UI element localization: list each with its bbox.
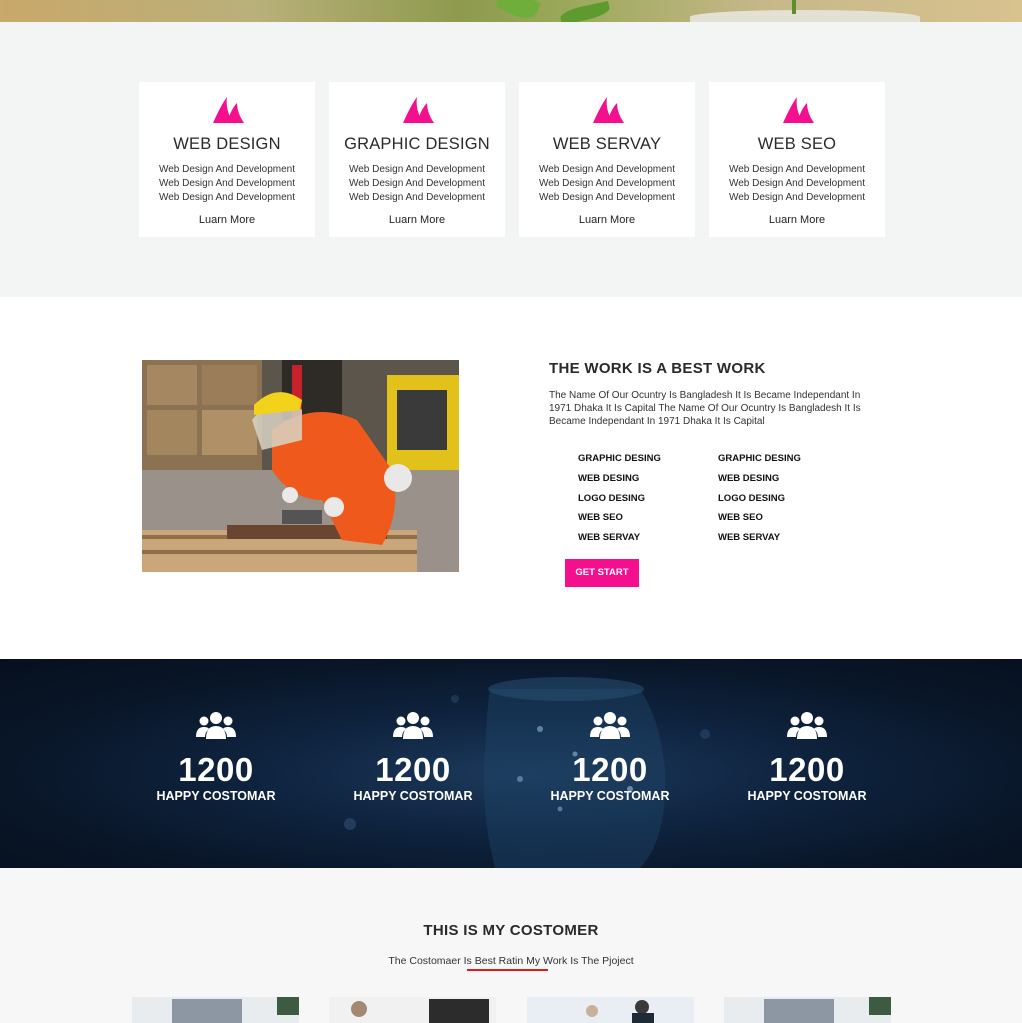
learn-more-link[interactable]: Luarn More: [329, 214, 505, 226]
learn-more-link[interactable]: Luarn More: [139, 214, 315, 226]
customers-subtitle: The Costomaer Is Best Ratin My Work Is T…: [388, 955, 634, 967]
skill-item: LOGO DESING: [718, 492, 786, 504]
skill-item: WEB SERVAY: [718, 532, 781, 544]
service-card-web-servay: WEB SERVAY Web Design And Development We…: [519, 82, 695, 237]
customer-photo[interactable]: [527, 997, 694, 1023]
customers-section: THIS IS MY COSTOMER The Costomaer Is Bes…: [0, 868, 1022, 1023]
people-group-icon: [196, 712, 236, 739]
worker-photo: [142, 360, 459, 572]
service-card-web-design: WEB DESIGN Web Design And Development We…: [139, 82, 315, 237]
skill-item: WEB SEO: [718, 512, 763, 524]
get-start-button[interactable]: GET START: [565, 559, 639, 587]
counter-item: 1200 HAPPY COSTOMAR: [333, 711, 493, 803]
services-section: WEB DESIGN Web Design And Development We…: [0, 22, 1022, 297]
skills-list-right: GRAPHIC DESING WEB DESING LOGO DESING WE…: [718, 453, 801, 552]
counter-number: 1200: [375, 751, 451, 788]
skill-item: LOGO DESING: [578, 492, 646, 504]
counter-item: 1200 HAPPY COSTOMAR: [727, 711, 887, 803]
fin-logo-icon: [783, 97, 814, 123]
customer-photo[interactable]: [724, 997, 891, 1023]
fin-logo-icon: [593, 97, 624, 123]
about-section: THE WORK IS A BEST WORK The Name Of Our …: [0, 297, 1022, 659]
counter-number: 1200: [769, 751, 845, 788]
about-text: The Name Of Our Ocuntry Is Bangladesh It…: [549, 390, 861, 427]
skill-item: GRAPHIC DESING: [578, 453, 661, 464]
counter-label: HAPPY COSTOMAR: [747, 789, 867, 803]
learn-more-link[interactable]: Luarn More: [519, 214, 695, 226]
skill-item: WEB SERVAY: [578, 532, 641, 544]
customer-photo[interactable]: [132, 997, 299, 1023]
skill-item: WEB SEO: [578, 512, 623, 524]
skills-list-left: GRAPHIC DESING WEB DESING LOGO DESING WE…: [578, 453, 661, 552]
service-title: GRAPHIC DESIGN: [344, 135, 490, 153]
counter-item: 1200 HAPPY COSTOMAR: [530, 711, 690, 803]
people-group-icon: [590, 712, 630, 739]
fin-logo-icon: [213, 97, 244, 123]
skill-item: WEB DESING: [578, 472, 640, 484]
counter-item: 1200 HAPPY COSTOMAR: [136, 711, 296, 803]
counter-label: HAPPY COSTOMAR: [156, 789, 276, 803]
counters-section: 1200 HAPPY COSTOMAR 1200 HAPPY COSTOMAR …: [0, 659, 1022, 868]
skill-item: WEB DESING: [718, 472, 780, 484]
service-description: Web Design And Development Web Design An…: [348, 164, 485, 203]
service-title: WEB DESIGN: [173, 135, 281, 153]
people-group-icon: [393, 712, 433, 739]
counter-label: HAPPY COSTOMAR: [353, 789, 473, 803]
hero-image-strip: [0, 0, 1022, 22]
about-heading: THE WORK IS A BEST WORK: [549, 360, 766, 377]
service-description: Web Design And Development Web Design An…: [158, 164, 295, 203]
customer-photo[interactable]: [329, 997, 496, 1023]
service-card-graphic-design: GRAPHIC DESIGN Web Design And Developmen…: [329, 82, 505, 237]
counter-number: 1200: [178, 751, 254, 788]
counter-label: HAPPY COSTOMAR: [550, 789, 670, 803]
fin-logo-icon: [403, 97, 434, 123]
service-title: WEB SEO: [757, 135, 837, 153]
service-description: Web Design And Development Web Design An…: [538, 164, 675, 203]
service-card-web-seo: WEB SEO Web Design And Development Web D…: [709, 82, 885, 237]
subtitle-underline: [467, 969, 548, 971]
people-group-icon: [787, 712, 827, 739]
service-description: Web Design And Development Web Design An…: [728, 164, 865, 203]
skill-item: GRAPHIC DESING: [718, 453, 801, 464]
counter-number: 1200: [572, 751, 648, 788]
learn-more-link[interactable]: Luarn More: [709, 214, 885, 226]
service-title: WEB SERVAY: [552, 135, 662, 153]
customers-heading: THIS IS MY COSTOMER: [423, 922, 599, 939]
